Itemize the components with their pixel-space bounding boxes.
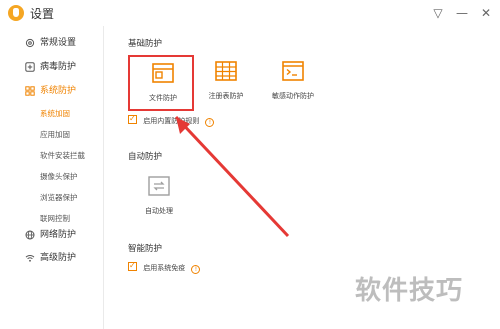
refresh-box-icon [148,176,170,196]
title-bar: 设置 ▽ — ✕ [0,0,500,26]
table-icon [215,61,237,81]
sidebar-item-system[interactable]: 系统防护 [0,81,104,101]
sidebar-item-label: 高级防护 [40,253,77,263]
file-window-icon [152,63,174,83]
feature-label: 注册表防护 [208,92,244,100]
sidebar-item-virus[interactable]: 病毒防护 [0,57,104,77]
feature-label: 文件防护 [149,94,177,102]
system-immunity-checkbox[interactable] [128,260,137,272]
globe-icon [25,230,35,240]
info-icon[interactable]: ! [191,265,201,274]
menu-button[interactable]: ▽ [428,3,448,23]
subnav-install-block[interactable]: 软件安装拦截 [40,147,104,165]
wifi-icon [25,255,35,262]
settings-window: 设置 ▽ — ✕ 常规设置 病毒防护 系统防护 系统加固 应用加固 软件安装拦截… [0,0,500,329]
section-title-smart: 智能防护 [128,244,163,254]
plus-square-icon [25,62,35,72]
subnav-system-hardening[interactable]: 系统加固 [40,105,104,123]
app-logo-icon [8,5,24,21]
watermark-text: 软件技巧 [355,276,464,306]
system-immunity-row[interactable]: 启用系统免疫 ! [128,260,201,274]
sidebar-item-general[interactable]: 常规设置 [0,33,104,53]
minimize-button[interactable]: — [452,3,472,23]
subnav-app-hardening[interactable]: 应用加固 [40,126,104,144]
sidebar-item-label: 网络防护 [40,230,77,240]
terminal-icon [282,61,304,81]
builtin-rules-label: 启用内置防护规则 [143,117,200,125]
sidebar: 常规设置 病毒防护 系统防护 系统加固 应用加固 软件安装拦截 摄像头保护 浏览… [0,26,104,329]
subnav-browser-protect[interactable]: 浏览器保护 [40,189,104,207]
sidebar-item-advanced[interactable]: 高级防护 [0,248,104,268]
section-title-auto: 自动防护 [128,152,163,162]
sidebar-item-label: 病毒防护 [40,62,77,72]
builtin-rules-checkbox[interactable] [128,113,137,125]
feature-registry-protection[interactable]: 注册表防护 [193,55,259,111]
sidebar-item-network[interactable]: 网络防护 [0,225,104,245]
info-icon[interactable]: ! [205,118,215,127]
sidebar-item-label: 系统防护 [40,86,77,96]
feature-sensitive-action-protection[interactable]: 敏感动作防护 [260,55,326,111]
feature-label: 自动处理 [145,207,173,215]
sidebar-item-label: 常规设置 [40,38,77,48]
builtin-rules-row[interactable]: 启用内置防护规则 ! [128,113,215,127]
system-immunity-label: 启用系统免疫 [143,264,186,272]
feature-file-protection[interactable]: 文件防护 [128,55,194,111]
window-title: 设置 [30,7,55,21]
subnav-camera-protect[interactable]: 摄像头保护 [40,168,104,186]
close-button[interactable]: ✕ [476,3,496,23]
feature-auto-handle[interactable]: 自动处理 [126,170,192,226]
grid-icon [25,86,35,96]
gear-icon [25,38,35,48]
section-title-basic: 基础防护 [128,39,163,49]
feature-label: 敏感动作防护 [272,92,314,100]
